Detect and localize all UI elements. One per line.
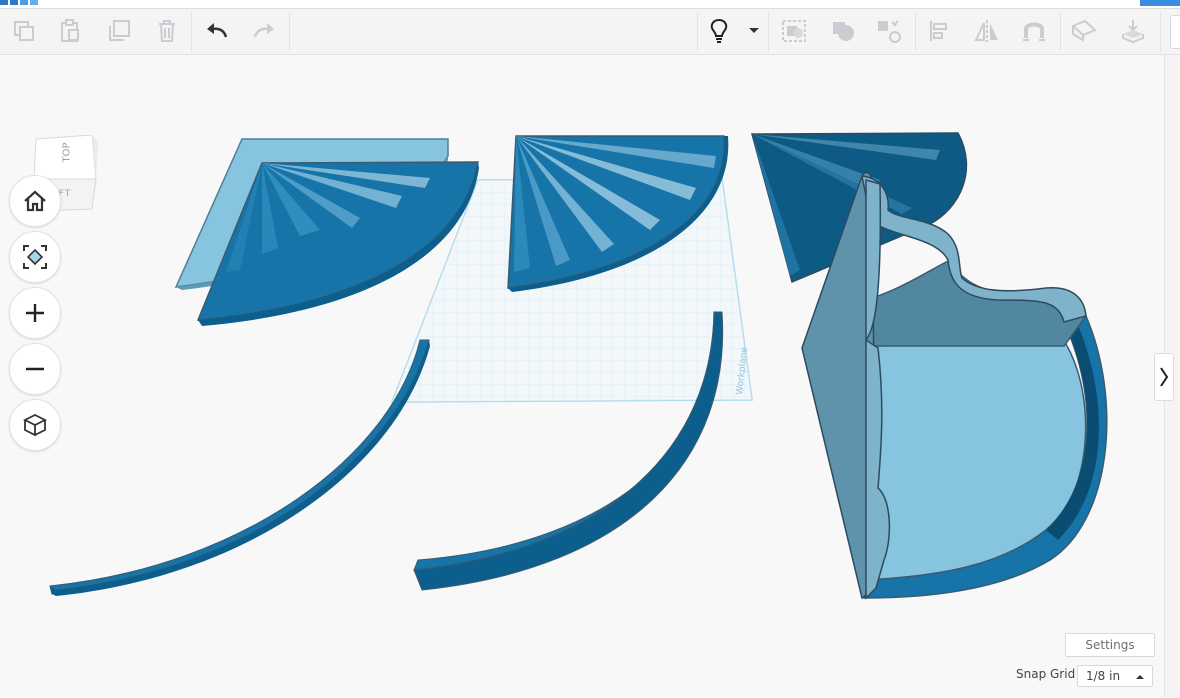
zoom-out-button[interactable] [9, 343, 61, 395]
hole-solid-icon[interactable] [872, 14, 906, 48]
snap-grid-value: 1/8 in [1086, 669, 1121, 683]
account-button[interactable] [1140, 0, 1180, 6]
part-assembled-container[interactable] [801, 171, 1108, 600]
ungroup-icon[interactable] [826, 14, 860, 48]
viewcube-top-label[interactable]: TOP [62, 142, 73, 164]
mirror-icon[interactable] [970, 14, 1004, 48]
browser-top-strip [0, 0, 1180, 9]
copy-icon[interactable] [7, 14, 41, 48]
drop-icon[interactable] [1116, 14, 1150, 48]
chevron-down-icon[interactable] [740, 14, 768, 48]
app-icon [10, 0, 18, 5]
paste-icon[interactable] [53, 14, 87, 48]
app-icon [0, 0, 8, 5]
duplicate-icon[interactable] [102, 14, 136, 48]
align-icon[interactable] [922, 14, 956, 48]
editor-toolbar [0, 9, 1180, 55]
lightbulb-icon[interactable] [702, 14, 736, 48]
snap-grid-label: Snap Grid [1016, 667, 1076, 681]
3d-viewport[interactable]: Workplane TOP [0, 55, 1164, 698]
fit-all-button[interactable] [9, 231, 61, 283]
chevron-right-icon [1160, 367, 1169, 387]
undo-icon[interactable] [200, 14, 234, 48]
settings-button[interactable]: Settings [1065, 633, 1155, 657]
magnet-icon[interactable] [1017, 14, 1051, 48]
panel-expand-button[interactable] [1154, 353, 1174, 401]
cruise-icon[interactable] [1067, 14, 1101, 48]
panel-toggle-button[interactable] [1170, 15, 1180, 49]
home-view-icon [24, 190, 46, 212]
redo-icon[interactable] [247, 14, 281, 48]
home-view-button[interactable] [9, 175, 61, 227]
app-icon [20, 0, 28, 5]
zoom-out-icon [26, 367, 44, 371]
app-icon [30, 0, 38, 5]
part-arc-strip-left[interactable] [49, 339, 430, 596]
ortho-view-button[interactable] [9, 399, 61, 451]
fit-all-icon [23, 245, 47, 269]
zoom-in-button[interactable] [9, 287, 61, 339]
group-icon[interactable] [777, 14, 811, 48]
snap-grid-select[interactable]: 1/8 in [1077, 665, 1153, 687]
zoom-in-icon [26, 304, 44, 322]
caret-up-icon [1136, 675, 1144, 679]
delete-icon[interactable] [150, 14, 184, 48]
ortho-view-icon [22, 413, 48, 437]
